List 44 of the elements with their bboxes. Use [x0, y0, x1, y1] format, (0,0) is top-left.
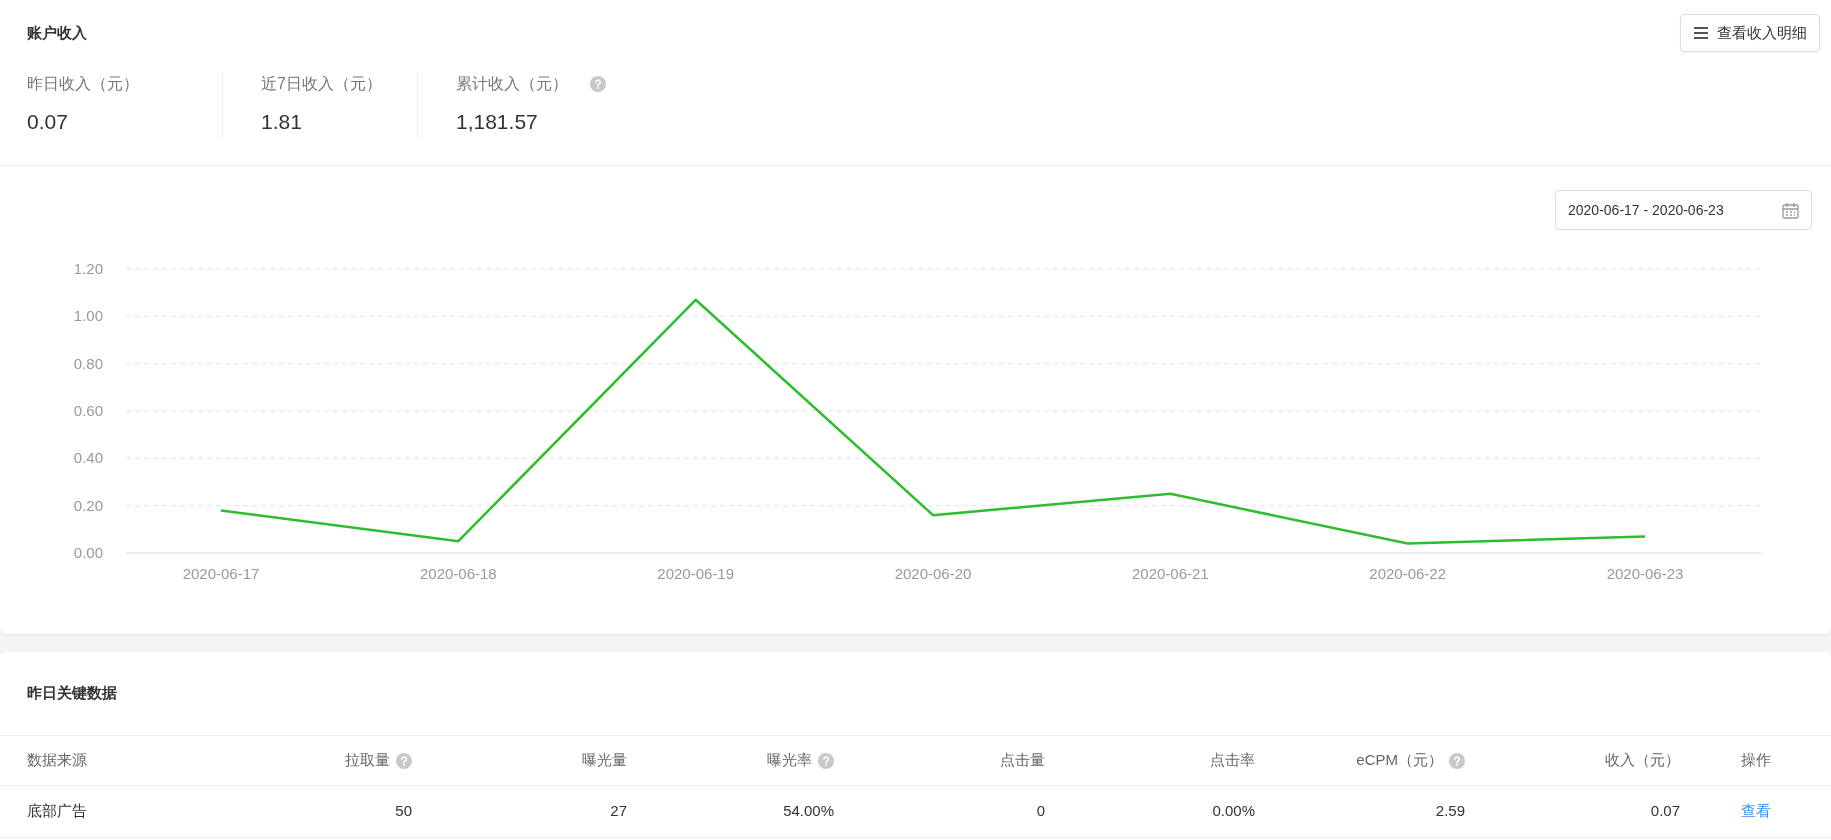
column-header: 曝光量: [582, 750, 627, 771]
calendar-icon: [1782, 201, 1799, 219]
stat-value: 1.81: [261, 109, 303, 135]
stat-value: 1,181.57: [456, 109, 539, 135]
stat-label: 近7日收入（元）: [261, 74, 382, 94]
table-cell-text: 0.07: [1650, 801, 1680, 822]
x-tick-label: 2020-06-18: [419, 565, 497, 582]
table-cell-text: 50: [395, 801, 412, 822]
column-header: 点击率: [1210, 750, 1255, 771]
table-cell-text: 底部广告: [27, 801, 87, 822]
menu-icon: [1693, 26, 1709, 40]
stat-value: 0.07: [27, 109, 69, 135]
section-title: 账户收入: [27, 22, 87, 43]
x-tick-label: 2020-06-20: [894, 565, 972, 582]
y-tick-label: 0.20: [73, 496, 103, 514]
table-cell-text: 2.59: [1435, 801, 1465, 822]
column-header: eCPM（元）: [1356, 750, 1443, 771]
y-tick-label: 0.00: [73, 544, 103, 561]
y-tick-label: 1.20: [73, 260, 103, 277]
x-tick-label: 2020-06-21: [1131, 565, 1209, 582]
y-tick-label: 1.00: [73, 307, 103, 325]
column-header: 操作: [1740, 750, 1771, 771]
table-cell-text: 27: [610, 801, 627, 822]
x-tick-label: 2020-06-17: [182, 565, 260, 582]
stat-label: 昨日收入（元）: [27, 74, 139, 94]
date-range-text: 2020-06-17 - 2020-06-23: [1568, 200, 1724, 220]
column-header: 数据来源: [27, 750, 87, 771]
table-cell-text: 54.00%: [783, 801, 834, 822]
column-header: 曝光率: [767, 750, 812, 771]
column-header: 收入（元）: [1605, 750, 1680, 771]
x-tick-label: 2020-06-23: [1606, 565, 1684, 582]
y-tick-label: 0.60: [73, 402, 103, 419]
y-tick-label: 0.80: [73, 354, 103, 372]
column-header: 点击量: [1000, 750, 1045, 771]
date-range-picker[interactable]: 2020-06-17 - 2020-06-23: [1555, 190, 1812, 230]
stat-label: 累计收入（元）: [456, 74, 568, 94]
table-cell-text: 0: [1036, 801, 1045, 822]
view-details-button[interactable]: 查看收入明细: [1680, 14, 1820, 52]
table-cell-text: 0.00%: [1212, 801, 1255, 822]
x-tick-label: 2020-06-19: [657, 565, 735, 582]
section-title: 昨日关键数据: [27, 683, 117, 704]
x-tick-label: 2020-06-22: [1369, 565, 1447, 582]
y-tick-label: 0.40: [73, 449, 103, 467]
column-header: 拉取量: [345, 750, 390, 771]
